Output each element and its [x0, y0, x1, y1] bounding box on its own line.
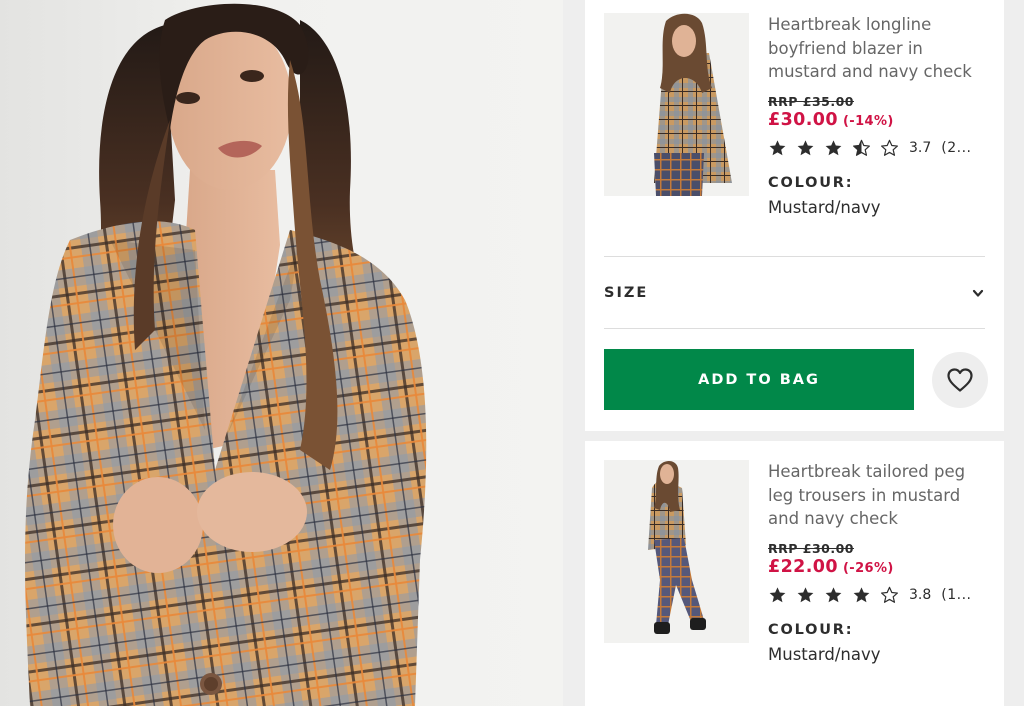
- product-title-line: Heartbreak tailored peg: [768, 462, 966, 481]
- price-row: £22.00 (-26%): [768, 557, 994, 577]
- star-filled-icon: [796, 586, 815, 604]
- colour-label: COLOUR:: [768, 621, 854, 638]
- current-price: £22.00: [768, 556, 838, 577]
- product-title-line: mustard and navy check: [768, 62, 972, 81]
- rrp-price: RRP £35.00: [768, 93, 854, 109]
- product-title-line: and navy check: [768, 509, 898, 528]
- star-filled-icon: [852, 586, 871, 604]
- star-filled-icon: [768, 586, 787, 604]
- colour-label: COLOUR:: [768, 174, 854, 191]
- product-title[interactable]: Heartbreak tailored peg leg trousers in …: [768, 460, 993, 531]
- divider: [604, 328, 985, 329]
- colour-value: Mustard/navy: [768, 197, 881, 217]
- discount-percentage: (-14%): [842, 113, 894, 129]
- product-info: Heartbreak tailored peg leg trousers in …: [768, 460, 994, 664]
- rrp-price: RRP £30.00: [768, 540, 854, 556]
- current-price: £30.00: [768, 109, 838, 130]
- rating-summary[interactable]: 3.7 (2...: [768, 139, 994, 157]
- product-title[interactable]: Heartbreak longline boyfriend blazer in …: [768, 13, 993, 84]
- review-count: (2...: [941, 139, 972, 156]
- price-row: £30.00 (-14%): [768, 110, 994, 130]
- product-card-blazer: Heartbreak longline boyfriend blazer in …: [585, 0, 1004, 431]
- product-info: Heartbreak longline boyfriend blazer in …: [768, 13, 994, 217]
- chevron-down-icon: [971, 286, 985, 300]
- star-half-icon: [852, 139, 871, 157]
- product-thumbnail[interactable]: [604, 460, 749, 643]
- shop-the-look-panel: Heartbreak longline boyfriend blazer in …: [563, 0, 1024, 706]
- colour-value: Mustard/navy: [768, 644, 881, 664]
- product-title-line: leg trousers in mustard: [768, 485, 961, 505]
- review-count: (1...: [941, 586, 972, 603]
- rating-value: 3.7: [909, 139, 932, 156]
- product-thumbnail[interactable]: [604, 13, 749, 196]
- discount-percentage: (-26%): [842, 560, 894, 576]
- rating-value: 3.8: [909, 586, 932, 603]
- rating-summary[interactable]: 3.8 (1...: [768, 586, 994, 604]
- star-filled-icon: [824, 139, 843, 157]
- product-card-trousers: Heartbreak tailored peg leg trousers in …: [585, 441, 1004, 706]
- product-title-line: boyfriend blazer in: [768, 38, 923, 58]
- star-filled-icon: [824, 586, 843, 604]
- size-label: SIZE: [604, 284, 649, 301]
- star-outline-icon: [880, 586, 899, 604]
- size-select[interactable]: SIZE: [604, 257, 985, 328]
- star-outline-icon: [880, 139, 899, 157]
- save-for-later-button[interactable]: [932, 352, 988, 408]
- product-hero-image: [0, 0, 563, 706]
- star-filled-icon: [768, 139, 787, 157]
- heart-icon: [946, 367, 974, 393]
- star-filled-icon: [796, 139, 815, 157]
- add-to-bag-button[interactable]: ADD TO BAG: [604, 349, 914, 410]
- product-title-line: Heartbreak longline: [768, 15, 932, 34]
